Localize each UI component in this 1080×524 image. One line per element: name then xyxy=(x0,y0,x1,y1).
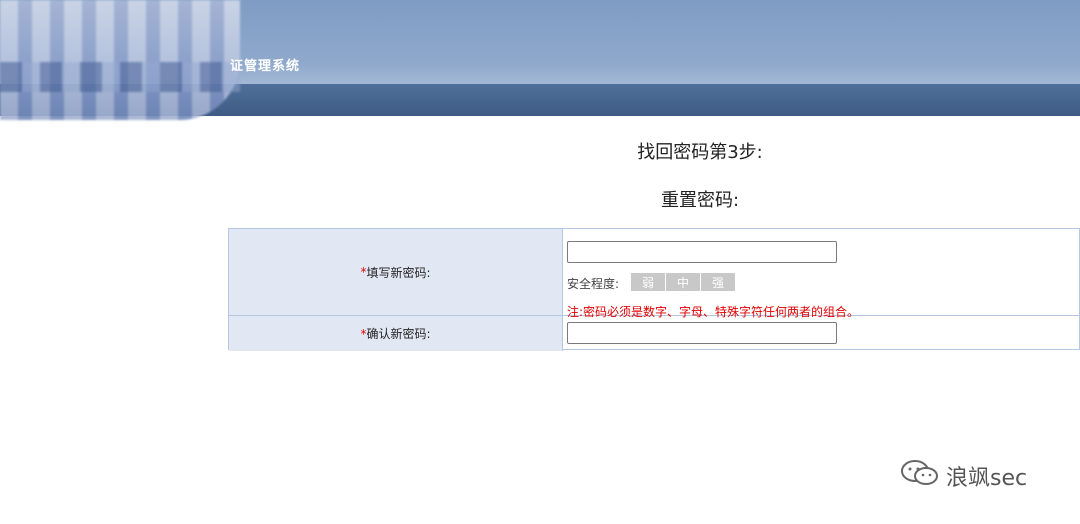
sub-title: 重置密码: xyxy=(660,190,740,211)
wechat-icon xyxy=(900,458,940,494)
strength-weak: 弱 xyxy=(631,273,665,291)
confirm-password-input[interactable] xyxy=(567,322,837,344)
watermark: 浪飒sec xyxy=(900,458,1027,494)
step-title: 找回密码第3步: xyxy=(637,142,763,163)
page-header: 证管理系统 xyxy=(0,0,1080,120)
strength-meter: 弱 中 强 xyxy=(631,273,735,291)
watermark-text: 浪飒sec xyxy=(946,466,1028,491)
new-password-label: 填写新密码: xyxy=(366,265,431,280)
reset-password-form: * 填写新密码: 安全程度: 弱 中 强 注:密码必须是数字、字母、特殊字符任何两… xyxy=(228,228,1080,351)
new-password-row: * 填写新密码: 安全程度: 弱 中 强 注:密码必须是数字、字母、特殊字符任何两… xyxy=(229,229,1080,319)
blurred-logo xyxy=(0,0,240,120)
confirm-password-row: * 确认新密码: xyxy=(229,316,1080,351)
confirm-password-label-cell: * 确认新密码: xyxy=(229,316,563,351)
new-password-label-cell: * 填写新密码: xyxy=(229,229,563,315)
new-password-input[interactable] xyxy=(567,241,837,263)
strength-strong: 强 xyxy=(701,273,735,291)
confirm-password-label: 确认新密码: xyxy=(366,327,431,341)
strength-medium: 中 xyxy=(666,273,700,291)
strength-label: 安全程度: xyxy=(567,277,620,291)
system-title: 证管理系统 xyxy=(230,59,301,74)
